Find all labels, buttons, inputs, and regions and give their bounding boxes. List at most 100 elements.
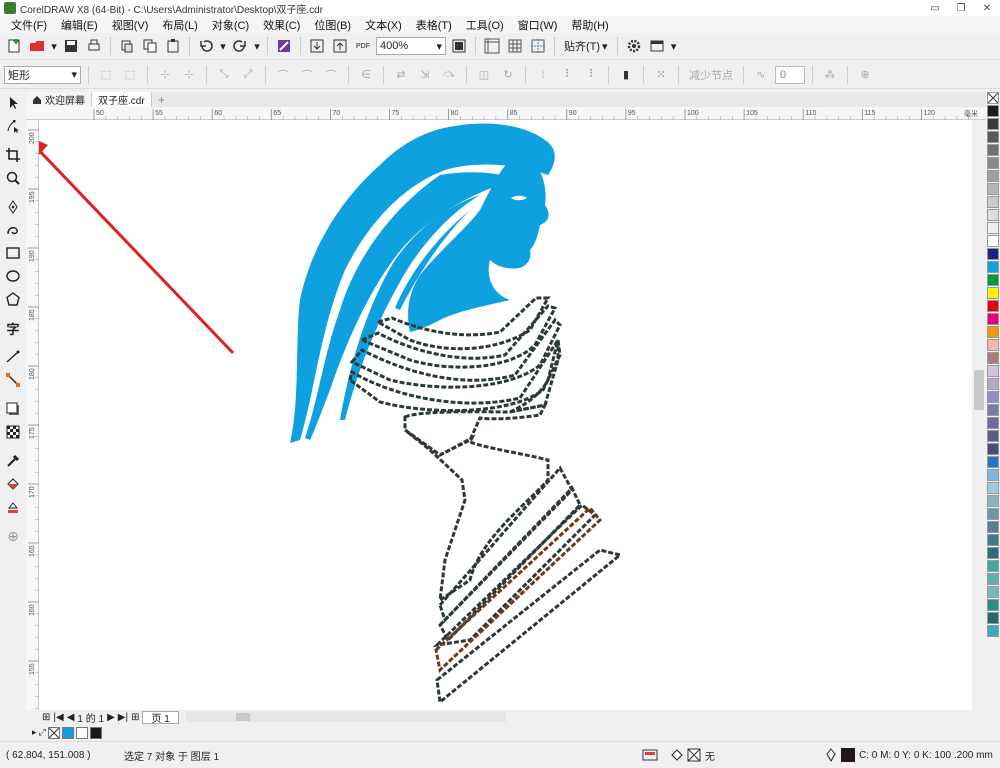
eyedropper-small-icon[interactable]: ⤢ — [39, 727, 46, 738]
to-curve-button[interactable]: ⌒ — [297, 65, 317, 85]
close-button[interactable]: ✕ — [974, 0, 1000, 16]
palette-swatch[interactable] — [987, 521, 999, 533]
reflect-horizontal-button[interactable]: ⫶ — [557, 65, 577, 85]
smart-fill-tool[interactable] — [1, 496, 25, 518]
horizontal-scrollbar[interactable] — [185, 712, 506, 722]
crop-tool[interactable] — [1, 144, 25, 166]
vertical-ruler[interactable]: 200 195 190 185 180 175 170 165 160 155 — [26, 120, 39, 710]
snap-to-button[interactable]: 贴齐(T) ▾ — [561, 38, 611, 54]
zoom-tool[interactable] — [1, 167, 25, 189]
no-color-swatch[interactable] — [987, 92, 999, 104]
interactive-fill-tool[interactable] — [1, 473, 25, 495]
palette-swatch[interactable] — [987, 417, 999, 429]
palette-swatch[interactable] — [987, 274, 999, 286]
palette-swatch[interactable] — [987, 378, 999, 390]
menu-window[interactable]: 窗口(W) — [511, 17, 565, 33]
select-nodes-rect-button[interactable]: ⬚ — [96, 65, 116, 85]
add-page-after-button[interactable]: ⊞ — [131, 712, 139, 723]
redo-button[interactable] — [230, 36, 250, 56]
add-page-before-button[interactable]: ⊞ — [42, 712, 50, 723]
palette-swatch[interactable] — [987, 534, 999, 546]
tab-welcome-screen[interactable]: 欢迎屏幕 — [26, 92, 92, 107]
palette-swatch[interactable] — [987, 157, 999, 169]
publish-pdf-button[interactable]: PDF — [353, 36, 373, 56]
palette-swatch[interactable] — [987, 183, 999, 195]
palette-swatch[interactable] — [987, 209, 999, 221]
full-screen-preview-button[interactable] — [449, 36, 469, 56]
palette-swatch[interactable] — [987, 261, 999, 273]
options-button[interactable] — [624, 36, 644, 56]
palette-swatch[interactable] — [987, 456, 999, 468]
color-eyedropper-tool[interactable] — [1, 450, 25, 472]
add-node-button[interactable]: ⊹ — [155, 65, 175, 85]
doc-swatch-none[interactable] — [47, 726, 60, 739]
doc-swatch-blue[interactable] — [61, 726, 74, 739]
reverse-direction-button[interactable]: ⇄ — [391, 65, 411, 85]
restore-button[interactable]: ❐ — [948, 0, 974, 16]
delete-node-button[interactable]: ⊹ — [179, 65, 199, 85]
menu-bitmaps[interactable]: 位图(B) — [307, 17, 358, 33]
zoom-level-select[interactable]: 400% ▾ — [376, 37, 446, 55]
polygon-tool[interactable] — [1, 288, 25, 310]
undo-dropdown-arrow[interactable]: ▾ — [219, 36, 227, 56]
select-nodes-freehand-button[interactable]: ⬚ — [120, 65, 140, 85]
palette-swatch[interactable] — [987, 300, 999, 312]
open-dropdown-arrow[interactable]: ▾ — [50, 36, 58, 56]
palette-swatch[interactable] — [987, 170, 999, 182]
menu-help[interactable]: 帮助(H) — [564, 17, 615, 33]
rectangle-tool[interactable] — [1, 242, 25, 264]
palette-swatch[interactable] — [987, 144, 999, 156]
copy-button[interactable] — [140, 36, 160, 56]
page-tab-1[interactable]: 页 1 — [142, 710, 179, 725]
palette-swatch[interactable] — [987, 508, 999, 520]
next-page-button[interactable]: ▶ — [107, 712, 115, 723]
add-tool-button[interactable]: ⊕ — [1, 525, 25, 547]
vertical-scrollbar-thumb[interactable] — [974, 370, 984, 410]
menu-layout[interactable]: 布局(L) — [155, 17, 204, 33]
prev-page-button[interactable]: ◀ — [67, 712, 75, 723]
drawing-canvas[interactable] — [39, 120, 988, 710]
open-button[interactable] — [27, 36, 47, 56]
transparency-tool[interactable] — [1, 421, 25, 443]
quick-customize-button[interactable]: ⊕ — [855, 65, 875, 85]
palette-swatch[interactable] — [987, 131, 999, 143]
palette-swatch[interactable] — [987, 365, 999, 377]
import-button[interactable] — [307, 36, 327, 56]
join-nodes-button[interactable]: ⤡ — [214, 65, 234, 85]
menu-table[interactable]: 表格(T) — [409, 17, 459, 33]
palette-swatch[interactable] — [987, 196, 999, 208]
break-curve-button[interactable]: ⤢ — [238, 65, 258, 85]
to-line-button[interactable]: ⌒ — [273, 65, 293, 85]
print-button[interactable] — [84, 36, 104, 56]
extend-curve-button[interactable]: ⇲ — [415, 65, 435, 85]
menu-effects[interactable]: 效果(C) — [256, 17, 307, 33]
menu-edit[interactable]: 编辑(E) — [54, 17, 105, 33]
first-page-button[interactable]: |◀ — [53, 712, 63, 723]
palette-swatch[interactable] — [987, 352, 999, 364]
drop-shadow-tool[interactable] — [1, 398, 25, 420]
save-button[interactable] — [61, 36, 81, 56]
application-launcher-button[interactable] — [647, 36, 667, 56]
show-grid-button[interactable] — [505, 36, 525, 56]
outline-color-swatch[interactable] — [841, 748, 855, 762]
ellipse-tool[interactable] — [1, 265, 25, 287]
export-button[interactable] — [330, 36, 350, 56]
horizontal-ruler[interactable]: 50 55 60 65 70 75 80 85 90 95 100 105 110 115 120 毫米 — [26, 107, 988, 120]
palette-swatch[interactable] — [987, 391, 999, 403]
undo-button[interactable] — [196, 36, 216, 56]
connector-tool[interactable] — [1, 369, 25, 391]
artistic-media-tool[interactable] — [1, 219, 25, 241]
select-all-nodes-button[interactable]: ⁙ — [651, 65, 671, 85]
palette-swatch[interactable] — [987, 469, 999, 481]
palette-swatch[interactable] — [987, 625, 999, 637]
palette-swatch[interactable] — [987, 313, 999, 325]
palette-swatch[interactable] — [987, 612, 999, 624]
object-type-select[interactable]: 矩形 ▾ — [4, 65, 81, 84]
palette-swatch[interactable] — [987, 586, 999, 598]
menu-text[interactable]: 文本(X) — [358, 17, 409, 33]
text-tool[interactable]: 字 — [1, 317, 25, 339]
cut-button[interactable] — [117, 36, 137, 56]
palette-menu-arrow[interactable]: ▸ — [32, 727, 37, 738]
elastic-mode-button[interactable]: ▮ — [616, 65, 636, 85]
palette-swatch[interactable] — [987, 443, 999, 455]
